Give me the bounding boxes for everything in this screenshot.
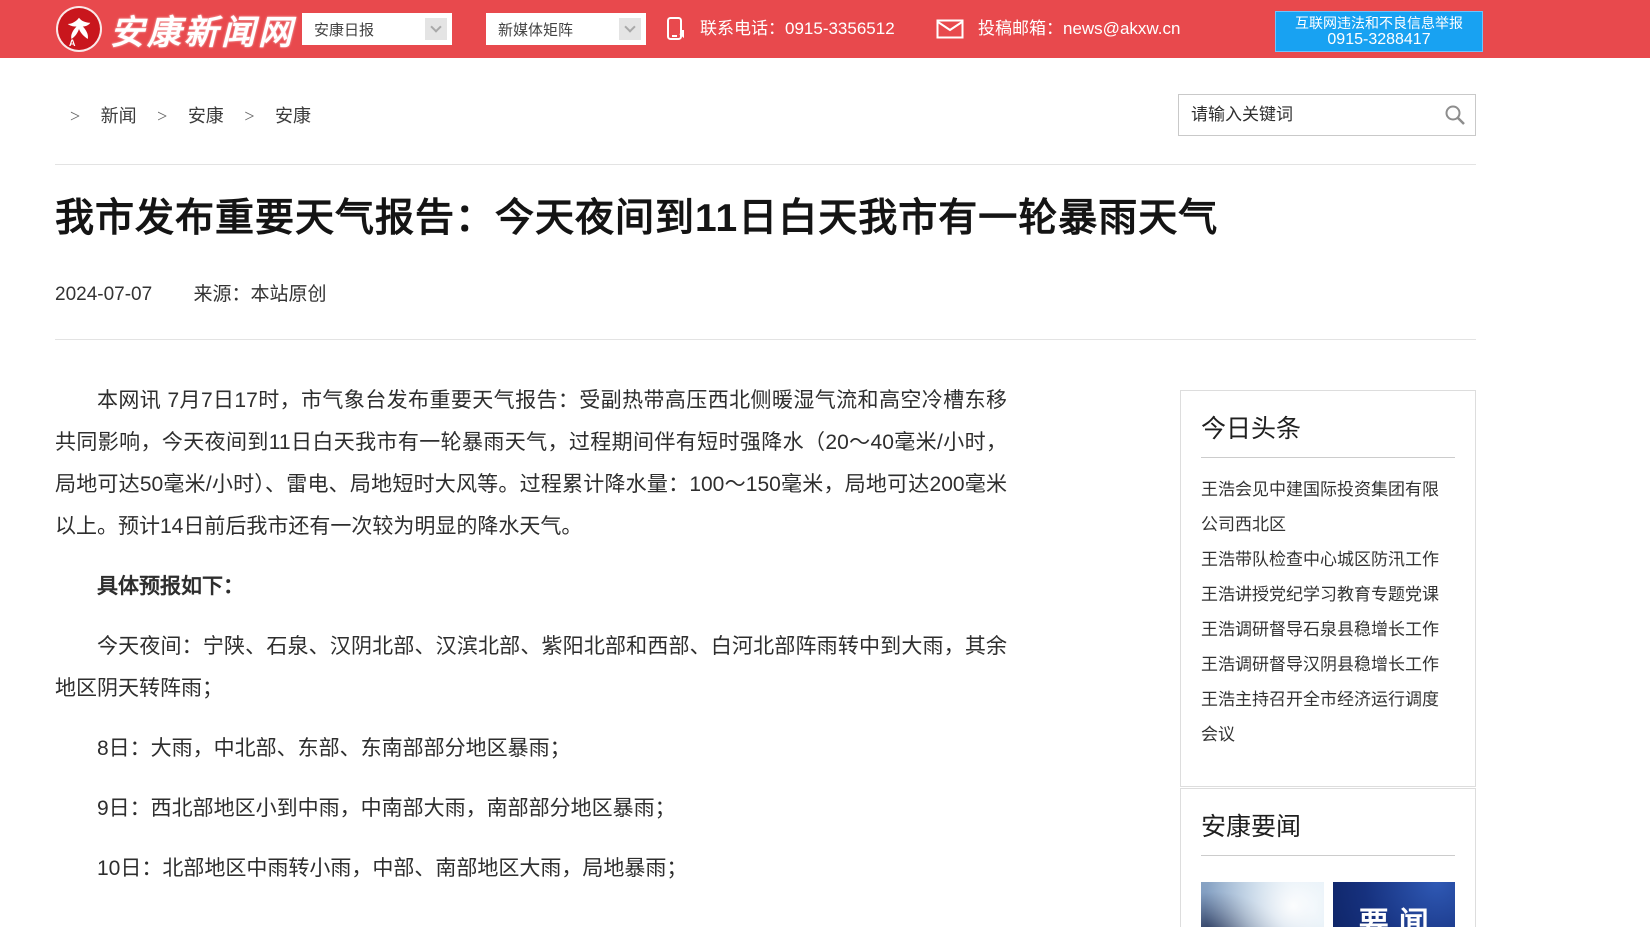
site-name: 安康新闻网 xyxy=(110,5,295,54)
mail-icon xyxy=(936,19,964,39)
dropdown-ankang-daily[interactable]: 安康日报 xyxy=(302,13,452,45)
breadcrumb-separator: > xyxy=(157,106,167,126)
article-date: 2024-07-07 xyxy=(55,284,152,305)
headline-link[interactable]: 王浩讲授党纪学习教育专题党课 xyxy=(1201,577,1455,612)
breadcrumb-separator: > xyxy=(244,106,254,126)
illegal-content-report-button[interactable]: 互联网违法和不良信息举报 0915-3288417 xyxy=(1275,11,1483,52)
headline-link[interactable]: 王浩调研督导石泉县稳增长工作 xyxy=(1201,612,1455,647)
search-input[interactable] xyxy=(1179,95,1435,135)
chevron-down-icon[interactable] xyxy=(619,18,641,40)
report-button-line1: 互联网违法和不良信息举报 xyxy=(1295,15,1463,31)
dropdown-label: 新媒体矩阵 xyxy=(498,19,573,40)
submission-email: 投稿邮箱：news@akxw.cn xyxy=(978,0,1180,58)
divider xyxy=(55,164,1476,165)
todays-headlines-panel: 今日头条 王浩会见中建国际投资集团有限公司西北区 王浩带队检查中心城区防汛工作 … xyxy=(1180,390,1476,787)
logo-letter-a: A xyxy=(69,38,76,48)
paragraph-intro: 本网讯 7月7日17时，市气象台发布重要天气报告：受副热带高压西北侧暖湿气流和高… xyxy=(55,380,1007,548)
chevron-down-icon[interactable] xyxy=(425,18,447,40)
paragraph-day9: 9日：西北部地区小到中雨，中南部大雨，南部部分地区暴雨； xyxy=(55,788,1007,830)
breadcrumb-item-news[interactable]: 新闻 xyxy=(101,106,137,126)
rain-photo-thumbnail[interactable] xyxy=(1201,882,1324,927)
yaowen-graphic-thumbnail[interactable]: 要闻 xyxy=(1333,882,1456,927)
site-logo[interactable]: A 安康新闻网 xyxy=(56,5,295,53)
search-icon[interactable] xyxy=(1444,104,1466,126)
headline-link[interactable]: 王浩主持召开全市经济运行调度会议 xyxy=(1201,682,1455,752)
page: A 安康新闻网 安康日报 新媒体矩阵 联系电话：0915-3356512 投稿邮… xyxy=(0,0,1650,927)
search-box xyxy=(1178,94,1476,136)
phone-icon xyxy=(664,16,688,43)
dropdown-label: 安康日报 xyxy=(314,19,374,40)
report-button-line2: 0915-3288417 xyxy=(1327,31,1430,49)
headline-link[interactable]: 王浩调研督导汉阴县稳增长工作 xyxy=(1201,647,1455,682)
headline-list: 王浩会见中建国际投资集团有限公司西北区 王浩带队检查中心城区防汛工作 王浩讲授党… xyxy=(1201,472,1455,752)
divider xyxy=(55,339,1476,340)
article-title: 我市发布重要天气报告：今天夜间到11日白天我市有一轮暴雨天气 xyxy=(55,193,1395,245)
news-thumbnails: 要闻 xyxy=(1201,882,1455,927)
dropdown-new-media-matrix[interactable]: 新媒体矩阵 xyxy=(486,13,646,45)
breadcrumb-item-ankang-2[interactable]: 安康 xyxy=(275,106,311,126)
article-meta: 2024-07-07 来源：本站原创 xyxy=(55,279,327,306)
ankang-news-title: 安康要闻 xyxy=(1201,807,1455,856)
site-logo-icon: A xyxy=(56,6,102,52)
article-source: 来源：本站原创 xyxy=(193,284,326,305)
ankang-news-panel: 安康要闻 要闻 xyxy=(1180,788,1476,927)
headline-link[interactable]: 王浩会见中建国际投资集团有限公司西北区 xyxy=(1201,472,1455,542)
top-header-bar: A 安康新闻网 安康日报 新媒体矩阵 联系电话：0915-3356512 投稿邮… xyxy=(0,0,1650,58)
paragraph-day8: 8日：大雨，中北部、东部、东南部部分地区暴雨； xyxy=(55,728,1007,770)
breadcrumb: > 新闻 > 安康 > 安康 xyxy=(70,96,327,136)
headline-link[interactable]: 王浩带队检查中心城区防汛工作 xyxy=(1201,542,1455,577)
yaowen-label: 要闻 xyxy=(1349,898,1439,927)
article-body: 本网讯 7月7日17时，市气象台发布重要天气报告：受副热带高压西北侧暖湿气流和高… xyxy=(55,380,1007,908)
todays-headlines-title: 今日头条 xyxy=(1201,409,1455,458)
paragraph-forecast-heading: 具体预报如下： xyxy=(55,566,1007,608)
contact-phone: 联系电话：0915-3356512 xyxy=(700,0,895,58)
paragraph-day10: 10日：北部地区中雨转小雨，中部、南部地区大雨，局地暴雨； xyxy=(55,848,1007,890)
breadcrumb-item-ankang[interactable]: 安康 xyxy=(188,106,224,126)
breadcrumb-separator: > xyxy=(70,106,80,126)
paragraph-tonight: 今天夜间：宁陕、石泉、汉阴北部、汉滨北部、紫阳北部和西部、白河北部阵雨转中到大雨… xyxy=(55,626,1007,710)
